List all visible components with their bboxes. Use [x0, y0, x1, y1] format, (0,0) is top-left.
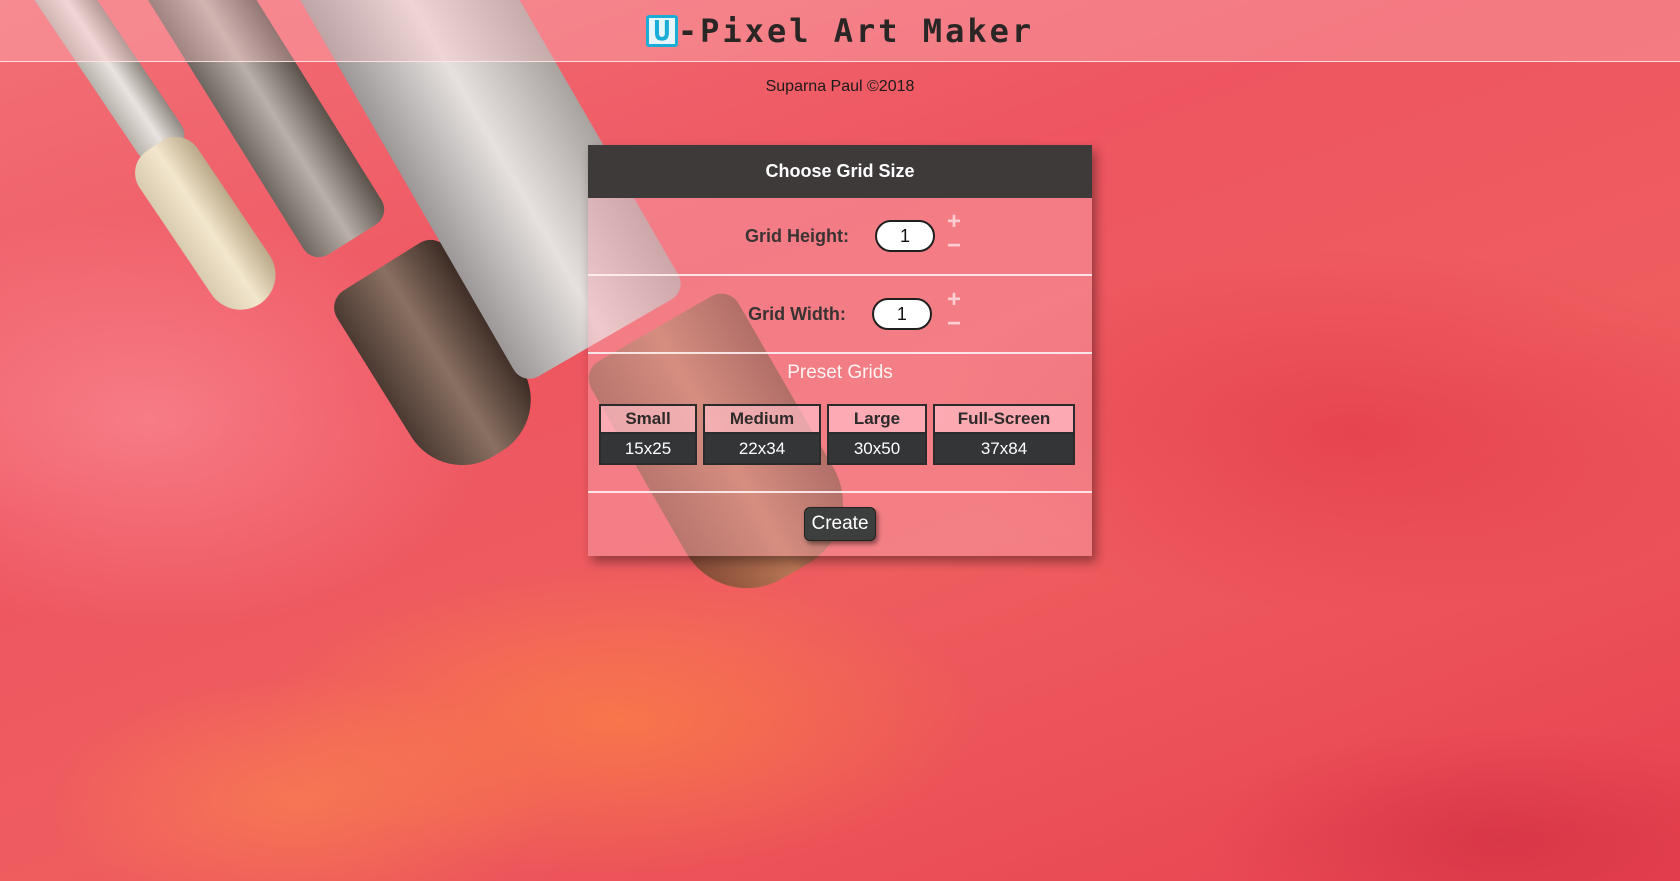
page-title: -Pixel Art Maker — [677, 11, 1035, 50]
decrement-icon[interactable]: − — [947, 312, 961, 336]
preset-full-screen-button[interactable]: Full-Screen 37x84 — [933, 404, 1075, 465]
increment-icon[interactable]: + — [947, 288, 961, 312]
preset-size: 37x84 — [935, 434, 1073, 463]
udacity-logo-icon: U — [645, 14, 678, 47]
preset-name: Full-Screen — [935, 406, 1073, 434]
decrement-icon[interactable]: − — [947, 234, 961, 258]
preset-name: Medium — [705, 406, 819, 434]
grid-width-label: Grid Width: — [748, 303, 846, 324]
grid-size-panel: Choose Grid Size Grid Height: + − Grid W… — [588, 145, 1092, 556]
page-header: U -Pixel Art Maker — [0, 0, 1680, 62]
preset-large-button[interactable]: Large 30x50 — [827, 404, 927, 465]
preset-size: 22x34 — [705, 434, 819, 463]
background-brush-1-bristle — [124, 126, 290, 324]
preset-grids-heading: Preset Grids — [787, 362, 893, 383]
preset-size: 15x25 — [601, 434, 695, 463]
divider — [588, 465, 1092, 493]
preset-medium-button[interactable]: Medium 22x34 — [703, 404, 821, 465]
grid-width-row: Grid Width: + − — [588, 276, 1092, 354]
grid-width-input[interactable] — [871, 298, 932, 330]
panel-title: Choose Grid Size — [588, 145, 1092, 198]
grid-height-stepper[interactable]: + − — [944, 210, 964, 258]
preset-grid-list: Small 15x25 Medium 22x34 Large 30x50 Ful… — [588, 404, 1092, 465]
preset-small-button[interactable]: Small 15x25 — [599, 404, 697, 465]
grid-height-label: Grid Height: — [745, 225, 849, 246]
title-wrap: U -Pixel Art Maker — [645, 11, 1035, 50]
preset-size: 30x50 — [829, 434, 925, 463]
author-credit: Suparna Paul ©2018 — [765, 78, 915, 95]
grid-width-stepper[interactable]: + − — [944, 288, 964, 336]
create-wrap: Create — [588, 507, 1092, 541]
increment-icon[interactable]: + — [947, 210, 961, 234]
grid-height-input[interactable] — [875, 220, 935, 252]
preset-name: Small — [601, 406, 695, 434]
preset-name: Large — [829, 406, 925, 434]
background-brush-2-bristle — [326, 232, 554, 488]
grid-height-row: Grid Height: + − — [588, 198, 1092, 276]
create-button[interactable]: Create — [804, 507, 876, 541]
